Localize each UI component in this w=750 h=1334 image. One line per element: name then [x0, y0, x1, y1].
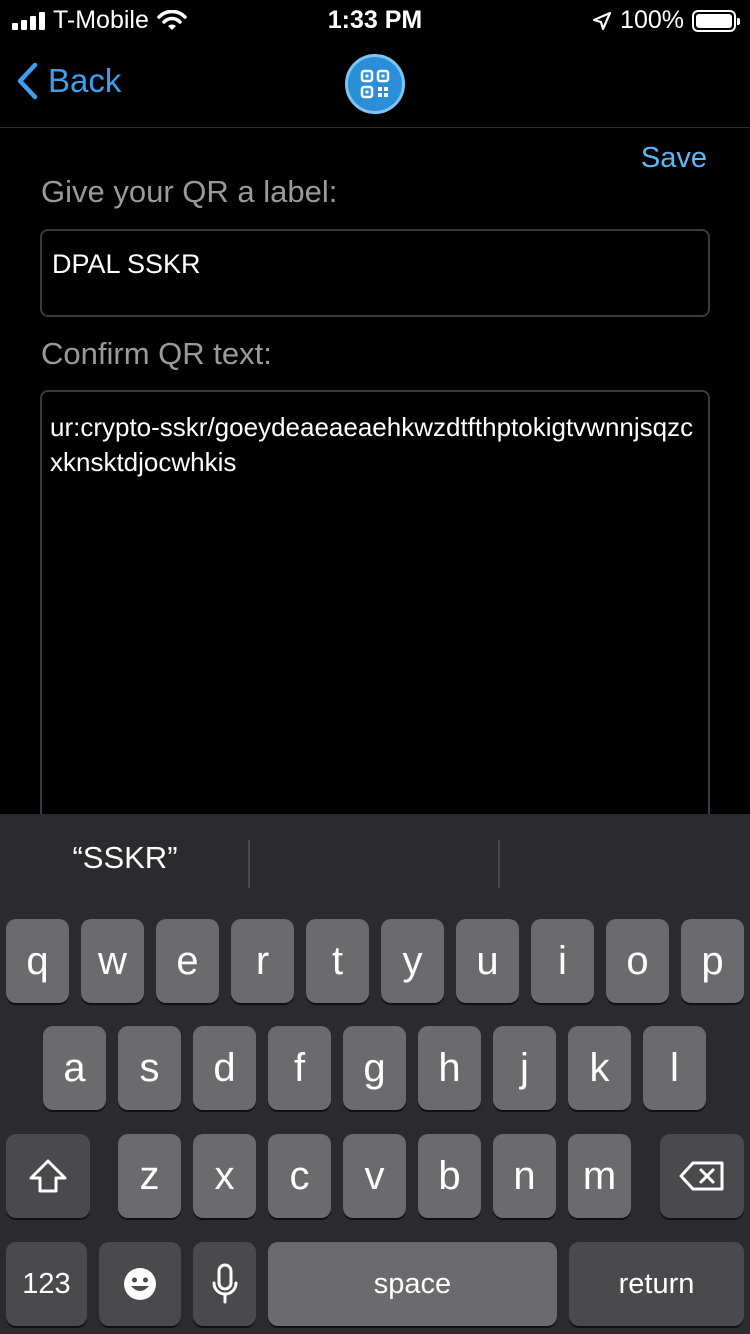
suggestion-1[interactable]: “SSKR” — [0, 840, 250, 876]
location-arrow-icon — [592, 11, 612, 30]
key-q[interactable]: q — [6, 919, 69, 1003]
keyboard: “SSKR” q w e r t y u i o p a s d f g h j… — [0, 814, 750, 1334]
dictation-key[interactable] — [193, 1242, 256, 1326]
shift-key[interactable] — [6, 1134, 90, 1218]
return-key[interactable]: return — [569, 1242, 744, 1326]
key-a[interactable]: a — [43, 1026, 106, 1110]
key-r[interactable]: r — [231, 919, 294, 1003]
key-g[interactable]: g — [343, 1026, 406, 1110]
qr-text-title: Confirm QR text: — [41, 336, 272, 371]
battery-icon — [692, 9, 740, 32]
key-h[interactable]: h — [418, 1026, 481, 1110]
key-w[interactable]: w — [81, 919, 144, 1003]
keyboard-suggestions-bar: “SSKR” — [0, 814, 750, 914]
microphone-icon — [212, 1263, 237, 1304]
key-o[interactable]: o — [606, 919, 669, 1003]
key-b[interactable]: b — [418, 1134, 481, 1218]
key-c[interactable]: c — [268, 1134, 331, 1218]
status-bar: T-Mobile 1:33 PM 100% — [0, 0, 750, 40]
numbers-key[interactable]: 123 — [6, 1242, 87, 1326]
key-d[interactable]: d — [193, 1026, 256, 1110]
save-button[interactable]: Save — [641, 142, 707, 175]
key-l[interactable]: l — [643, 1026, 706, 1110]
key-f[interactable]: f — [268, 1026, 331, 1110]
status-right: 100% — [592, 6, 740, 35]
label-field-title: Give your QR a label: — [41, 174, 338, 209]
key-x[interactable]: x — [193, 1134, 256, 1218]
key-z[interactable]: z — [118, 1134, 181, 1218]
back-button[interactable]: Back — [16, 62, 121, 100]
key-v[interactable]: v — [343, 1134, 406, 1218]
navigation-bar: Back — [0, 40, 750, 128]
suggestion-divider — [498, 840, 500, 888]
space-key[interactable]: space — [268, 1242, 557, 1326]
back-button-label: Back — [48, 62, 122, 99]
key-i[interactable]: i — [531, 919, 594, 1003]
qr-label-input[interactable]: DPAL SSKR — [40, 229, 710, 317]
key-p[interactable]: p — [681, 919, 744, 1003]
battery-percent: 100% — [620, 6, 684, 34]
key-y[interactable]: y — [381, 919, 444, 1003]
qr-app-logo-icon — [345, 54, 405, 114]
key-u[interactable]: u — [456, 919, 519, 1003]
shift-icon — [29, 1159, 67, 1193]
key-m[interactable]: m — [568, 1134, 631, 1218]
key-s[interactable]: s — [118, 1026, 181, 1110]
key-e[interactable]: e — [156, 919, 219, 1003]
key-n[interactable]: n — [493, 1134, 556, 1218]
chevron-left-icon — [17, 62, 38, 100]
qr-text-area[interactable]: ur:crypto-sskr/goeydeaeaeaehkwzdtfthptok… — [40, 390, 710, 830]
delete-key[interactable] — [660, 1134, 744, 1218]
key-t[interactable]: t — [306, 919, 369, 1003]
backspace-icon — [679, 1161, 724, 1191]
suggestion-divider — [248, 840, 250, 888]
key-j[interactable]: j — [493, 1026, 556, 1110]
emoji-icon — [124, 1268, 156, 1300]
key-k[interactable]: k — [568, 1026, 631, 1110]
emoji-key[interactable] — [99, 1242, 181, 1326]
